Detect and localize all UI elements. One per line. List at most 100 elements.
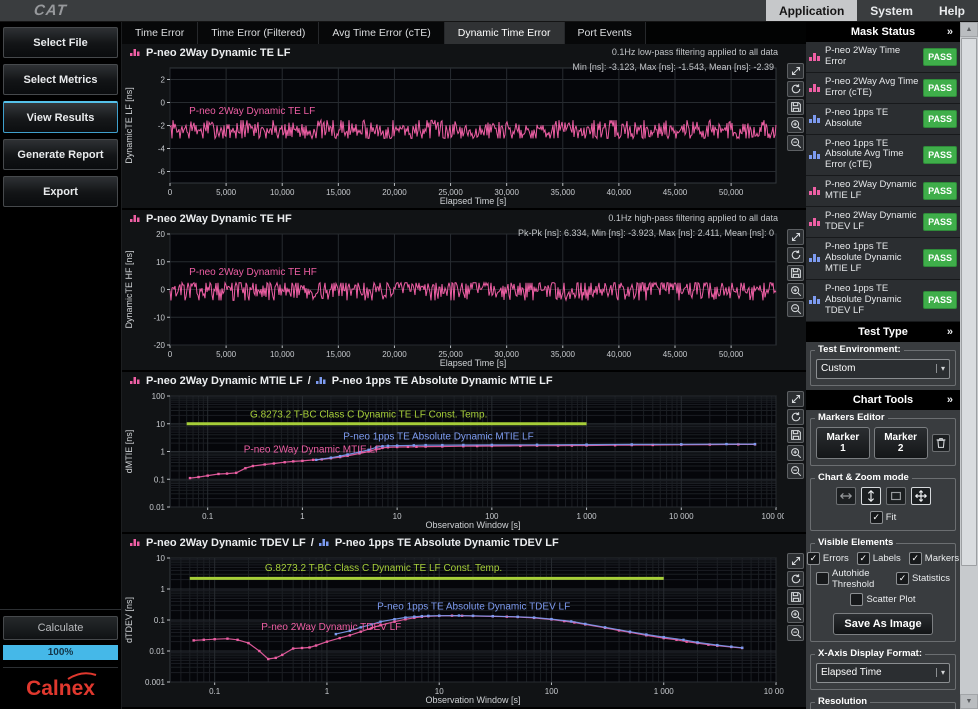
tab-avg-time-error-cte[interactable]: Avg Time Error (cTE) xyxy=(319,22,444,44)
save-chart-button[interactable] xyxy=(787,427,804,443)
refresh-chart-button[interactable] xyxy=(787,571,804,587)
tab-dynamic-time-error[interactable]: Dynamic Time Error xyxy=(445,22,565,44)
blue-chart-icon xyxy=(319,538,330,547)
zoom-vertical-button[interactable] xyxy=(861,487,881,505)
labels-checkbox[interactable]: ✓ xyxy=(857,552,870,565)
svg-text:15,000: 15,000 xyxy=(326,350,351,359)
refresh-chart-button[interactable] xyxy=(787,409,804,425)
zoom-in-button[interactable] xyxy=(787,445,804,461)
view-results-button[interactable]: View Results xyxy=(3,101,118,133)
calculate-button[interactable]: Calculate xyxy=(3,616,118,640)
svg-text:G.8273.2 T-BC Class C Dynamic: G.8273.2 T-BC Class C Dynamic TE LF Cons… xyxy=(265,563,502,574)
chart-canvas-te-lf[interactable]: 05,00010,00015,00020,00025,00030,00035,0… xyxy=(122,61,784,207)
mask-status-item[interactable]: P-neo 1pps TE Absolute Dynamic TDEV LFPA… xyxy=(806,280,960,322)
mask-status-item[interactable]: P-neo 2Way Dynamic TDEV LFPASS xyxy=(806,207,960,238)
errors-checkbox[interactable]: ✓ xyxy=(807,552,820,565)
collapse-panel-icon[interactable]: » xyxy=(947,26,953,38)
scrollbar-track[interactable] xyxy=(960,37,978,694)
title-separator: / xyxy=(308,375,311,387)
chart-canvas-tdev[interactable]: 0.11101001 00010 0001010.10.010.001Obser… xyxy=(122,551,784,706)
tab-port-events[interactable]: Port Events xyxy=(565,22,646,44)
mini-chart-icon xyxy=(809,52,821,62)
mask-status-item[interactable]: P-neo 2Way Time ErrorPASS xyxy=(806,42,960,73)
scroll-up-button[interactable]: ▲ xyxy=(960,22,978,37)
save-chart-icon xyxy=(789,590,803,604)
zoom-out-button[interactable] xyxy=(787,463,804,479)
save-as-image-button[interactable]: Save As Image xyxy=(833,613,932,635)
test-environment-select[interactable]: Custom ▾ xyxy=(816,359,950,379)
scroll-down-button[interactable]: ▼ xyxy=(960,694,978,709)
mask-status-item[interactable]: P-neo 2Way Avg Time Error (cTE)PASS xyxy=(806,73,960,104)
chart-canvas-te-hf[interactable]: 05,00010,00015,00020,00025,00030,00035,0… xyxy=(122,227,784,369)
refresh-chart-button[interactable] xyxy=(787,81,804,97)
chart-tools-header: Chart Tools » xyxy=(806,390,960,410)
menu-help[interactable]: Help xyxy=(926,0,978,21)
zoom-in-icon xyxy=(789,608,803,622)
zoom-rect-button[interactable] xyxy=(886,487,906,505)
autohide-threshold-checkbox[interactable] xyxy=(816,572,829,585)
resolution-legend: Resolution xyxy=(815,696,870,707)
expand-chart-button[interactable] xyxy=(787,63,804,79)
marker2-button[interactable]: Marker 2 xyxy=(874,427,928,459)
xaxis-format-select[interactable]: Elapsed Time ▾ xyxy=(816,663,950,683)
chart-title-row: P-neo 2Way Dynamic TE HF 0.1Hz high-pass… xyxy=(122,210,806,227)
select-file-button[interactable]: Select File xyxy=(3,27,118,58)
scrollbar-thumb[interactable] xyxy=(961,38,977,566)
collapse-panel-icon[interactable]: » xyxy=(947,326,953,338)
zoom-horizontal-button[interactable] xyxy=(836,487,856,505)
filter-note: 0.1Hz low-pass filtering applied to all … xyxy=(612,47,778,57)
markers-checkbox[interactable]: ✓ xyxy=(909,552,922,565)
zoom-in-button[interactable] xyxy=(787,117,804,133)
expand-chart-button[interactable] xyxy=(787,553,804,569)
export-button[interactable]: Export xyxy=(3,176,118,207)
select-metrics-button[interactable]: Select Metrics xyxy=(3,64,118,95)
expand-chart-button[interactable] xyxy=(787,391,804,407)
mask-status-item[interactable]: P-neo 1pps TE Absolute Avg Time Error (c… xyxy=(806,135,960,177)
title-separator: / xyxy=(311,537,314,549)
zoom-in-button[interactable] xyxy=(787,283,804,299)
zoom-out-button[interactable] xyxy=(787,625,804,641)
marker1-button[interactable]: Marker 1 xyxy=(816,427,870,459)
mask-status-item[interactable]: P-neo 1pps TE AbsolutePASS xyxy=(806,104,960,135)
errors-label: Errors xyxy=(823,553,849,564)
svg-text:5,000: 5,000 xyxy=(216,350,237,359)
expand-chart-icon xyxy=(789,392,803,406)
delete-markers-button[interactable] xyxy=(932,434,951,452)
menu-application[interactable]: Application xyxy=(766,0,857,21)
tab-time-error-filtered[interactable]: Time Error (Filtered) xyxy=(198,22,319,44)
refresh-chart-button[interactable] xyxy=(787,247,804,263)
chart-title-row: P-neo 2Way Dynamic TDEV LF / P-neo 1pps … xyxy=(122,534,806,551)
statistics-checkbox[interactable]: ✓ xyxy=(896,572,909,585)
save-chart-button[interactable] xyxy=(787,589,804,605)
save-chart-button[interactable] xyxy=(787,265,804,281)
collapse-panel-icon[interactable]: » xyxy=(947,394,953,406)
chart-canvas-mtie[interactable]: 0.11101001 00010 000100 0001001010.10.01… xyxy=(122,389,784,531)
chart-statistics: Min [ns]: -3.123, Max [ns]: -1.543, Mean… xyxy=(572,62,774,72)
svg-text:-10: -10 xyxy=(153,313,165,322)
mask-status-item[interactable]: P-neo 1pps TE Absolute Dynamic MTIE LFPA… xyxy=(806,238,960,280)
svg-text:Observation Window [s]: Observation Window [s] xyxy=(425,520,520,530)
zoom-in-button[interactable] xyxy=(787,607,804,623)
svg-text:0: 0 xyxy=(161,286,166,295)
pan-button[interactable] xyxy=(911,487,931,505)
status-badge: PASS xyxy=(923,79,957,97)
zoom-out-button[interactable] xyxy=(787,135,804,151)
expand-chart-button[interactable] xyxy=(787,229,804,245)
menu-system[interactable]: System xyxy=(857,0,926,21)
mini-chart-icon xyxy=(809,295,821,305)
scatter-plot-checkbox[interactable] xyxy=(850,593,863,606)
fit-checkbox[interactable]: ✓ xyxy=(870,511,883,524)
svg-text:1 000: 1 000 xyxy=(654,687,675,696)
tab-time-error[interactable]: Time Error xyxy=(122,22,198,44)
generate-report-button[interactable]: Generate Report xyxy=(3,139,118,170)
chart-svg: 05,00010,00015,00020,00025,00030,00035,0… xyxy=(122,227,784,369)
svg-text:DynamicTE LF [ns]: DynamicTE LF [ns] xyxy=(124,87,134,164)
zoom-out-button[interactable] xyxy=(787,301,804,317)
xaxis-format-group: X-Axis Display Format: Elapsed Time ▾ xyxy=(810,654,956,690)
svg-text:10,000: 10,000 xyxy=(270,350,295,359)
test-environment-label: Test Environment: xyxy=(815,344,904,355)
save-chart-button[interactable] xyxy=(787,99,804,115)
svg-text:1 000: 1 000 xyxy=(577,512,598,521)
mask-status-item[interactable]: P-neo 2Way Dynamic MTIE LFPASS xyxy=(806,176,960,207)
chart-tools-column xyxy=(787,391,804,479)
